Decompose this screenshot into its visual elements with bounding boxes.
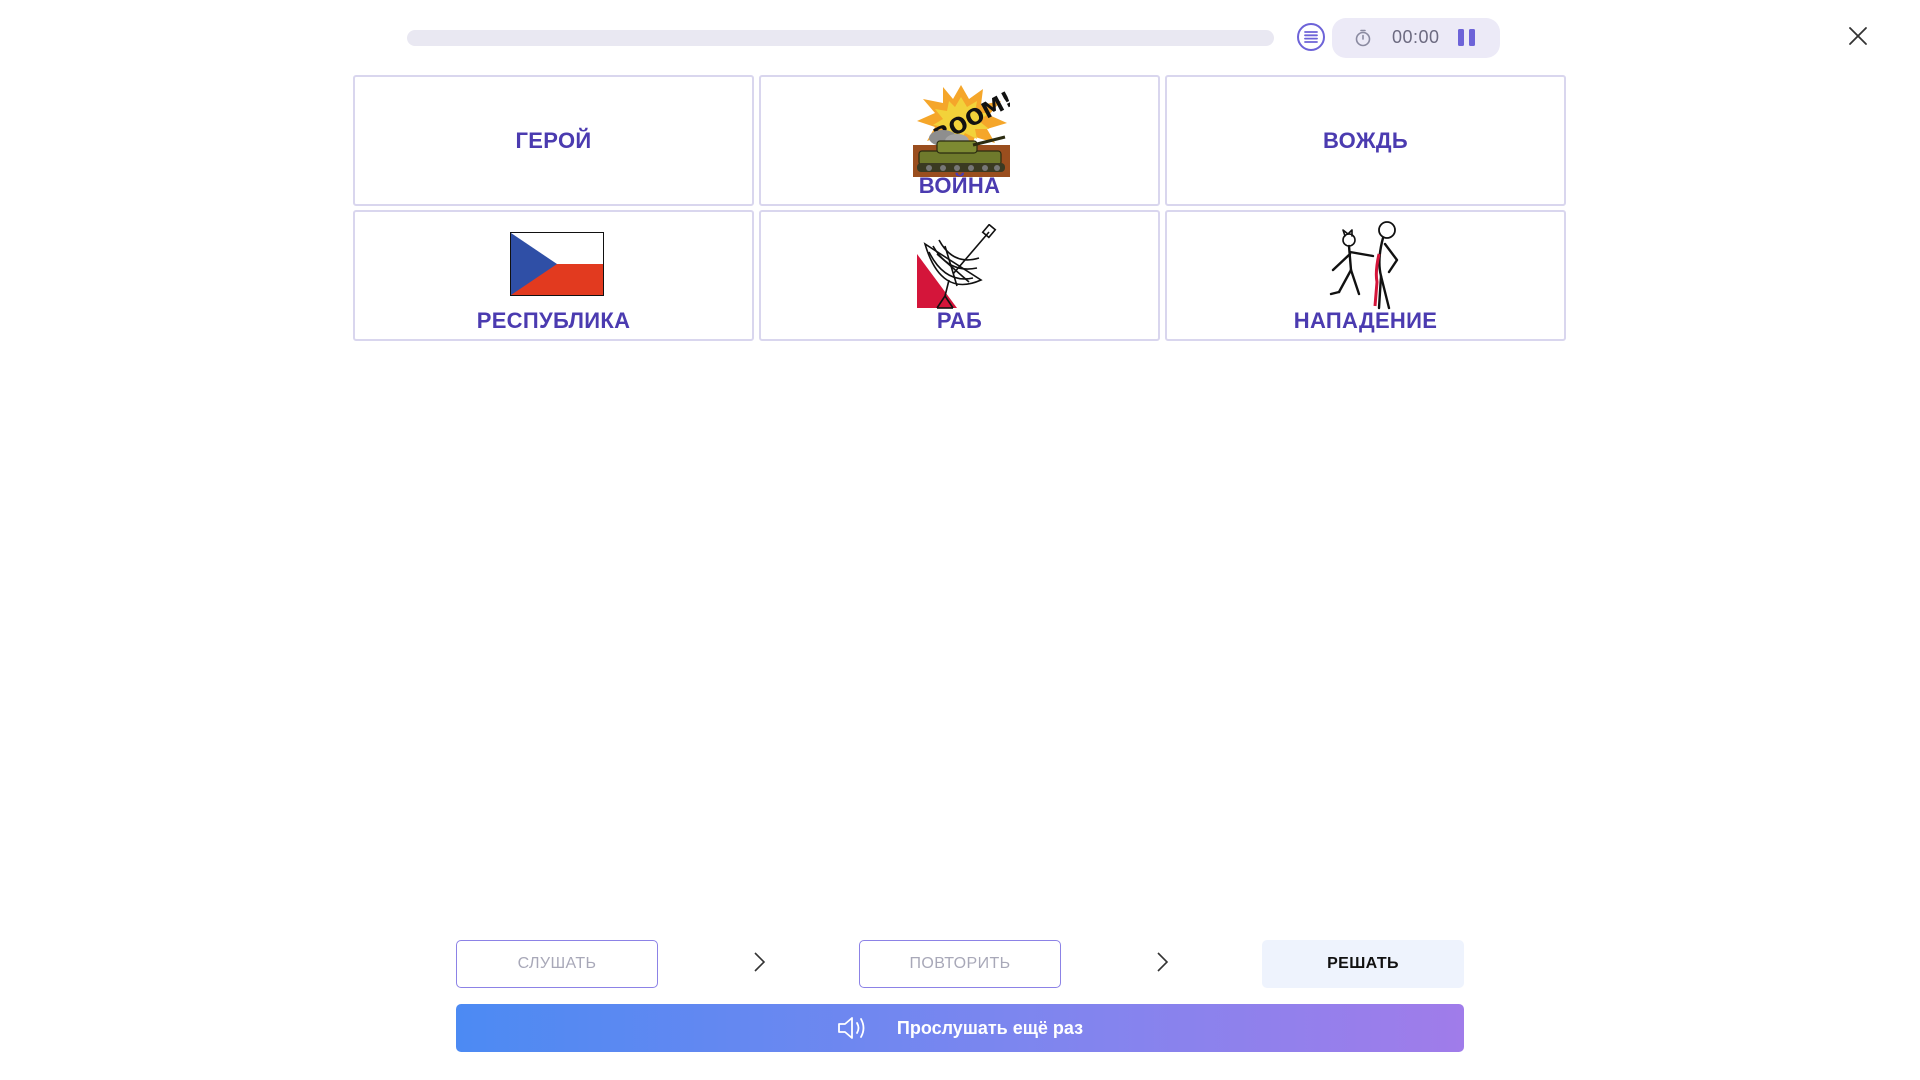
close-icon[interactable]	[1846, 24, 1870, 48]
attack-figures-image	[1329, 221, 1399, 310]
play-again-label: Прослушать ещё раз	[896, 1017, 1084, 1038]
speaker-icon	[838, 1017, 865, 1039]
list-button[interactable]	[1297, 23, 1325, 51]
word-card-republic[interactable]: РЕСПУБЛИКА	[353, 210, 754, 341]
pause-button[interactable]	[1458, 29, 1478, 47]
stopwatch-icon	[1355, 29, 1371, 47]
word-cards-grid: ГЕРОЙ BOOM! ВОЙНА ВОЖДЬ РЕСПУБЛИКА РАБ Н…	[353, 75, 1567, 341]
word-card-slave[interactable]: РАБ	[759, 210, 1160, 341]
pause-icon-bar	[1469, 29, 1475, 46]
word-card-war[interactable]: BOOM! ВОЙНА	[759, 75, 1160, 206]
satellite-dish-image	[917, 224, 997, 309]
list-icon	[1304, 31, 1318, 43]
solve-step-button[interactable]: РЕШАТЬ	[1262, 940, 1464, 988]
czech-flag-image	[510, 232, 604, 296]
listen-step-button[interactable]: СЛУШАТЬ	[456, 940, 658, 988]
word-card-leader[interactable]: ВОЖДЬ	[1165, 75, 1566, 206]
card-label: НАПАДЕНИЕ	[1293, 308, 1438, 333]
tank-explosion-image: BOOM!	[913, 85, 1010, 177]
timer-value: 00:00	[1392, 27, 1440, 47]
chevron-right-icon	[1157, 952, 1169, 972]
word-card-hero[interactable]: ГЕРОЙ	[353, 75, 754, 206]
timer: 00:00	[1332, 18, 1500, 58]
card-label: ВОЖДЬ	[1322, 128, 1409, 153]
play-again-button[interactable]: Прослушать ещё раз	[456, 1004, 1464, 1052]
card-label: РЕСПУБЛИКА	[476, 308, 631, 333]
chevron-right-icon	[754, 952, 766, 972]
word-card-attack[interactable]: НАПАДЕНИЕ	[1165, 210, 1566, 341]
progress-bar	[407, 30, 1274, 46]
repeat-step-button[interactable]: ПОВТОРИТЬ	[859, 940, 1061, 988]
card-label: РАБ	[936, 308, 983, 333]
pause-icon-bar	[1458, 29, 1464, 46]
card-label: ГЕРОЙ	[515, 128, 592, 153]
card-label: ВОЙНА	[918, 173, 1001, 198]
